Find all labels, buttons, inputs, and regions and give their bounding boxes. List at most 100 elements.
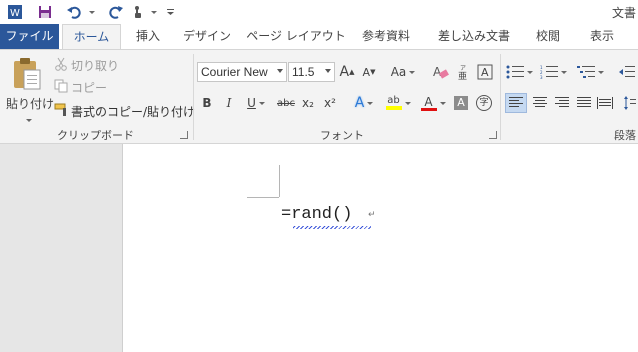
tab-home[interactable]: ホーム — [62, 24, 121, 51]
word-logo-icon[interactable]: W — [7, 3, 23, 21]
paste-icon — [12, 56, 42, 93]
tab-references[interactable]: 参考資料 — [355, 24, 417, 49]
scissors-icon — [54, 57, 68, 74]
copy-icon — [54, 79, 68, 96]
highlight-button[interactable]: ab — [383, 93, 413, 113]
character-shading-icon: A — [454, 96, 468, 110]
font-name-value: Courier New — [201, 65, 268, 79]
tab-file[interactable]: ファイル — [0, 24, 59, 49]
spelling-squiggle — [293, 226, 371, 229]
svg-text:亜: 亜 — [458, 71, 467, 80]
align-right-icon — [555, 97, 569, 107]
tab-insert[interactable]: 挿入 — [127, 24, 169, 49]
justify-button[interactable] — [574, 93, 594, 113]
shrink-font-button[interactable]: A ▼ — [361, 62, 377, 82]
document-page[interactable] — [122, 144, 638, 352]
tab-view[interactable]: 表示 — [580, 24, 624, 49]
clipboard-launcher-icon[interactable] — [180, 131, 188, 139]
line-spacing-icon — [624, 96, 636, 110]
multilevel-list-button[interactable] — [575, 62, 605, 82]
redo-icon[interactable] — [108, 3, 124, 21]
format-painter-icon — [54, 103, 68, 120]
font-name-dropdown-icon[interactable] — [277, 69, 283, 73]
clipboard-group-label: クリップボード — [57, 129, 134, 142]
font-name-combo[interactable]: Courier New — [197, 62, 287, 82]
align-center-button[interactable] — [530, 93, 550, 113]
underline-button[interactable]: U — [243, 93, 269, 113]
copy-label: コピー — [71, 81, 108, 95]
subscript-button[interactable]: x₂ — [299, 93, 317, 113]
tab-mailings[interactable]: 差し込み文書 — [432, 24, 516, 49]
numbering-icon: 123 — [540, 65, 558, 79]
font-group-label: フォント — [320, 129, 364, 142]
numbering-button[interactable]: 123 — [539, 62, 567, 82]
group-divider — [500, 54, 501, 140]
group-divider — [193, 54, 194, 140]
font-size-combo[interactable]: 11.5 — [288, 62, 335, 82]
font-size-value: 11.5 — [292, 65, 315, 79]
phonetic-guide-icon: ア亜 — [458, 65, 467, 80]
character-border-icon: A — [477, 64, 493, 80]
cut-button[interactable]: 切り取り — [54, 57, 119, 74]
clear-formatting-button[interactable]: A — [432, 62, 450, 82]
underline-icon: U — [247, 96, 256, 110]
superscript-button[interactable]: x² — [321, 93, 339, 113]
bold-button[interactable]: B — [199, 93, 215, 113]
character-shading-button[interactable]: A — [453, 93, 469, 113]
undo-icon[interactable] — [66, 3, 82, 21]
text-effects-button[interactable]: A — [350, 93, 378, 113]
save-icon[interactable] — [37, 3, 53, 21]
format-painter-button[interactable]: 書式のコピー/貼り付け — [54, 103, 195, 120]
text-effects-icon: A — [354, 95, 365, 111]
multilevel-list-icon — [576, 66, 595, 78]
format-painter-label: 書式のコピー/貼り付け — [71, 105, 196, 119]
tab-review[interactable]: 校閲 — [528, 24, 568, 49]
paste-label: 貼り付け — [6, 97, 55, 111]
grow-font-button[interactable]: A ▲ — [339, 62, 355, 82]
ribbon-tabs: ファイル ホーム 挿入 デザイン ページ レイアウト 参考資料 差し込み文書 校… — [0, 24, 638, 51]
align-left-button[interactable] — [505, 93, 527, 113]
change-case-icon: Aa — [390, 65, 407, 79]
cut-label: 切り取り — [71, 59, 120, 73]
tab-page-layout[interactable]: ページ レイアウト — [246, 24, 346, 49]
svg-text:ア: ア — [460, 65, 466, 72]
distributed-button[interactable] — [595, 93, 615, 113]
character-border-button[interactable]: A — [476, 62, 494, 82]
eraser-icon: A — [433, 65, 449, 79]
enclose-characters-icon: 字 — [476, 95, 492, 111]
document-text[interactable]: =rand() — [281, 205, 352, 224]
decrease-indent-icon — [619, 66, 635, 77]
paragraph-group-label: 段落 — [614, 129, 636, 142]
quick-access-toolbar: W 文書 — [0, 0, 638, 24]
bullets-button[interactable] — [505, 62, 533, 82]
font-launcher-icon[interactable] — [489, 131, 497, 139]
ribbon-home: 貼り付け 切り取り コピー 書式のコピー/貼り付け クリップボード Courie… — [0, 49, 638, 144]
change-case-button[interactable]: Aa — [387, 62, 419, 82]
paste-dropdown-icon — [23, 112, 32, 125]
decrease-indent-button[interactable] — [617, 62, 637, 82]
shrink-font-icon: A — [362, 65, 371, 79]
align-left-icon — [509, 97, 523, 107]
font-color-icon: A — [420, 96, 437, 111]
font-size-dropdown-icon[interactable] — [325, 69, 331, 73]
bullets-icon — [506, 65, 524, 79]
italic-button[interactable]: I — [221, 93, 237, 113]
svg-text:A: A — [481, 66, 489, 79]
phonetic-guide-button[interactable]: ア亜 — [455, 62, 473, 82]
touch-mode-dropdown-icon[interactable] — [148, 3, 157, 21]
touch-mode-icon[interactable] — [130, 3, 146, 21]
svg-text:W: W — [10, 8, 20, 19]
strikethrough-button[interactable]: abc — [275, 93, 297, 113]
paste-button[interactable]: 貼り付け — [6, 54, 54, 125]
tab-design[interactable]: デザイン — [178, 24, 236, 49]
copy-button[interactable]: コピー — [54, 79, 107, 96]
customize-qat-icon[interactable] — [166, 3, 176, 21]
align-right-button[interactable] — [552, 93, 572, 113]
undo-dropdown-icon[interactable] — [86, 3, 95, 21]
font-color-button[interactable]: A — [419, 93, 447, 113]
line-spacing-button[interactable] — [623, 93, 637, 113]
paragraph-mark: ↵ — [368, 210, 376, 220]
svg-text:A: A — [433, 65, 442, 79]
enclose-characters-button[interactable]: 字 — [475, 93, 493, 113]
margin-crop-mark — [247, 197, 279, 198]
